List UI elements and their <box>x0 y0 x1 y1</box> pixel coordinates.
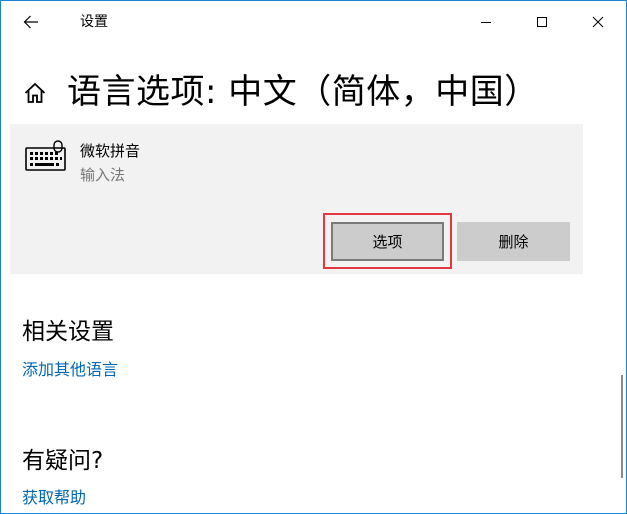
close-button[interactable] <box>569 1 626 43</box>
ime-type: 输入法 <box>80 166 126 184</box>
title-bar: 设置 <box>1 1 626 43</box>
back-arrow-icon <box>23 15 38 29</box>
ime-name: 微软拼音 <box>80 142 141 160</box>
minimize-icon <box>480 22 491 23</box>
close-icon <box>592 16 603 28</box>
scrollbar[interactable] <box>621 375 623 478</box>
add-language-link[interactable]: 添加其他语言 <box>22 359 118 381</box>
page-title: 语言选项: 中文（简体，中国） <box>67 72 539 112</box>
related-settings-title: 相关设置 <box>22 319 114 345</box>
ime-panel: 微软拼音 输入法 选项 删除 <box>10 124 583 274</box>
minimize-button[interactable] <box>457 1 514 43</box>
maximize-button[interactable] <box>513 1 570 43</box>
window-title: 设置 <box>80 14 108 30</box>
maximize-icon <box>536 17 547 27</box>
delete-button[interactable]: 删除 <box>457 222 570 261</box>
back-button[interactable] <box>1 1 61 43</box>
help-title: 有疑问? <box>22 448 104 474</box>
home-icon[interactable] <box>23 81 47 105</box>
settings-window: 设置 语言选项: 中文（简体，中国） 微软拼音 输入法 选项 删除 相关设置 添… <box>0 0 627 514</box>
get-help-link[interactable]: 获取帮助 <box>22 487 86 509</box>
options-button[interactable]: 选项 <box>331 222 444 261</box>
keyboard-icon <box>25 140 66 171</box>
